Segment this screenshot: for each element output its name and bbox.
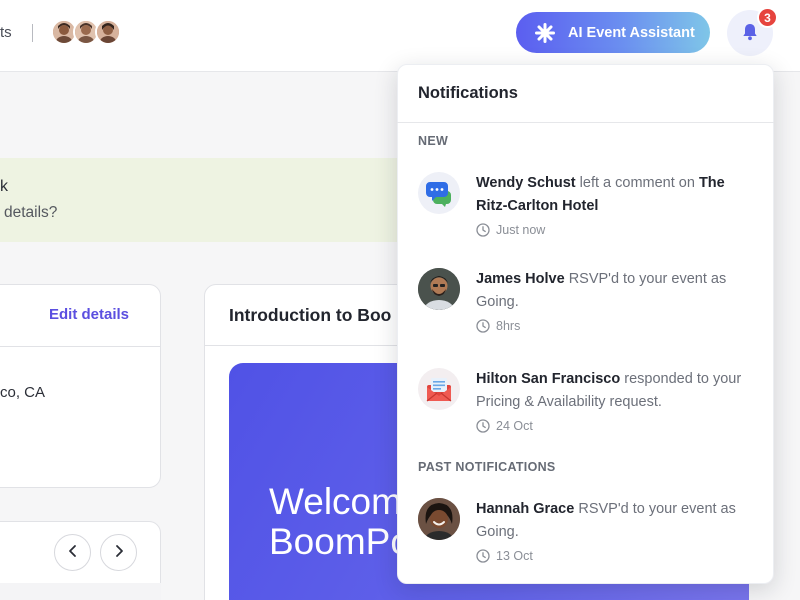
avatar (95, 19, 121, 45)
notification-text: Hilton San Francisco responded to your P… (476, 368, 758, 413)
card-divider (204, 345, 424, 346)
notification-time: 8hrs (476, 319, 520, 333)
notification-count-badge: 3 (757, 7, 778, 28)
notification-actor: Hannah Grace (476, 501, 575, 517)
chat-bubble-icon (418, 172, 460, 214)
panel-divider (397, 122, 774, 123)
chevron-right-icon (113, 542, 125, 563)
ai-event-assistant-button[interactable]: AI Event Assistant (516, 12, 710, 53)
edit-details-link[interactable]: Edit details (49, 306, 129, 323)
notification-text: Wendy Schust left a comment on The Ritz-… (476, 172, 758, 217)
notification-actor: James Holve (476, 271, 565, 287)
hero-text: Welcom BoomPo (269, 482, 411, 562)
hero-line-1: Welcom (269, 481, 402, 522)
collaborator-avatars[interactable] (51, 19, 121, 45)
notification-text: James Holve RSVP'd to your event as Goin… (476, 268, 758, 313)
notification-item[interactable]: James Holve RSVP'd to your event as Goin… (418, 268, 758, 338)
section-label-new: NEW (418, 134, 449, 148)
notification-action: left a comment on (575, 175, 699, 191)
carousel-card-footer (0, 583, 161, 600)
notification-time-text: 24 Oct (496, 419, 533, 433)
notification-time: Just now (476, 223, 545, 237)
notification-actor: Hilton San Francisco (476, 371, 621, 387)
notification-time-text: Just now (496, 223, 546, 237)
event-location: co, CA (0, 384, 46, 401)
avatar (418, 498, 460, 540)
alert-banner (0, 158, 420, 242)
envelope-icon (418, 368, 460, 410)
notification-time: 13 Oct (476, 549, 533, 563)
notification-actor: Wendy Schust (476, 175, 576, 191)
clock-icon (476, 419, 490, 433)
hero-line-2: BoomPo (269, 521, 411, 562)
notification-time-text: 13 Oct (496, 549, 533, 563)
notification-item[interactable]: Wendy Schust left a comment on The Ritz-… (418, 172, 758, 242)
notification-time: 24 Oct (476, 419, 533, 433)
avatar (418, 268, 460, 310)
section-label-past: PAST NOTIFICATIONS (418, 460, 556, 474)
card-divider (0, 346, 161, 347)
notification-item[interactable]: Hannah Grace RSVP'd to your event as Goi… (418, 498, 758, 568)
alert-text: details? (4, 204, 58, 221)
notification-time-text: 8hrs (496, 319, 521, 333)
sparkle-icon (534, 22, 556, 44)
ai-button-label: AI Event Assistant (568, 24, 695, 41)
next-button[interactable] (100, 534, 137, 571)
previous-button[interactable] (54, 534, 91, 571)
notification-item[interactable]: Hilton San Francisco responded to your P… (418, 368, 758, 438)
clock-icon (476, 319, 490, 333)
chevron-left-icon (67, 542, 79, 563)
notification-text: Hannah Grace RSVP'd to your event as Goi… (476, 498, 758, 543)
intro-card-title: Introduction to Boo (229, 305, 392, 325)
clock-icon (476, 223, 490, 237)
nav-tab-fragment[interactable]: ts (0, 24, 12, 41)
alert-title: k (0, 178, 8, 195)
nav-divider (32, 24, 33, 42)
notifications-title: Notifications (418, 84, 518, 102)
clock-icon (476, 549, 490, 563)
bell-icon (740, 22, 760, 45)
